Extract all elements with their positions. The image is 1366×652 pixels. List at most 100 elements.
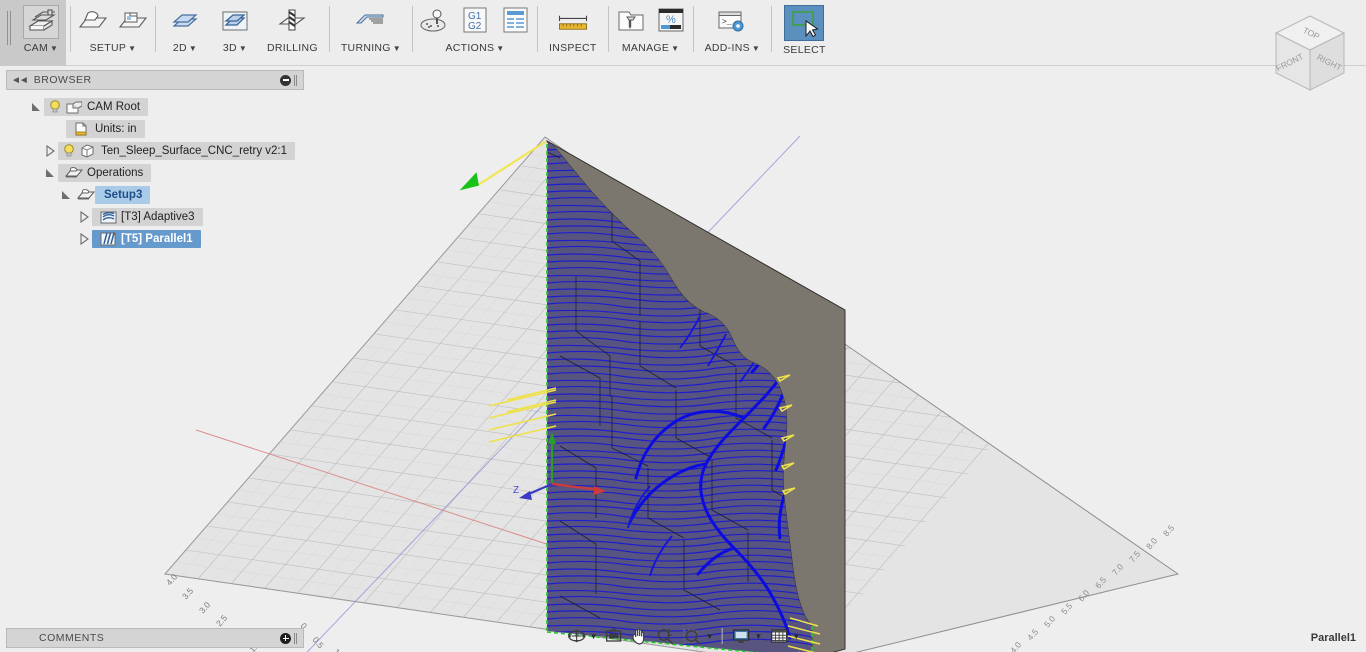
chevron-down-icon[interactable]: ▼ <box>189 44 197 53</box>
component-cube-icon <box>78 143 96 159</box>
chevron-down-icon[interactable]: ▼ <box>706 632 714 641</box>
tree-row-component[interactable]: Ten_Sleep_Surface_CNC_retry v2:1 <box>6 140 304 162</box>
machining-time-percent-icon[interactable]: % <box>653 5 689 39</box>
browser-header: ◄◄ BROWSER <box>6 70 304 90</box>
fit-button[interactable]: ▼ <box>679 624 717 648</box>
toolbar-separator <box>692 6 694 52</box>
panel-resize-grip[interactable] <box>294 74 299 86</box>
tree-item-component[interactable]: Ten_Sleep_Surface_CNC_retry v2:1 <box>58 142 296 160</box>
tree-row-parallel1[interactable]: [T5] Parallel1 <box>6 228 304 250</box>
tree-row-units[interactable]: Units: in <box>6 118 304 140</box>
svg-text:%: % <box>666 14 676 26</box>
toolbar-turning-label: TURNING <box>340 42 391 54</box>
toolbar-group-inspect[interactable]: INSPECT <box>542 0 604 64</box>
select-cursor-icon <box>784 5 825 41</box>
2d-milling-icon <box>167 5 203 39</box>
svg-text:G2: G2 <box>468 21 482 32</box>
toolbar-3d-label: 3D <box>222 42 237 54</box>
toolbar-group-2d[interactable]: 2D ▼ <box>160 0 210 64</box>
chevron-down-icon[interactable]: ▼ <box>496 44 504 53</box>
toolbar-group-turning[interactable]: TURNING ▼ <box>334 0 408 64</box>
svg-text:5.0: 5.0 <box>1042 614 1057 630</box>
units-document-icon <box>72 121 90 137</box>
setup-folder-icon[interactable] <box>115 5 151 39</box>
tree-row-adaptive3[interactable]: [T3] Adaptive3 <box>6 206 304 228</box>
toolbar-grip[interactable] <box>4 8 14 48</box>
setup-new-icon[interactable] <box>75 5 111 39</box>
toolbar-separator <box>70 6 71 52</box>
panel-resize-grip[interactable] <box>294 632 299 644</box>
status-bar-right: Parallel1 <box>1311 628 1356 648</box>
svg-text:4.5: 4.5 <box>1025 627 1040 643</box>
grid-snaps-button[interactable]: ▼ <box>765 624 803 648</box>
chevron-down-icon[interactable]: ▼ <box>50 44 58 53</box>
add-comment-icon[interactable] <box>280 632 291 644</box>
toolbar-separator <box>155 6 156 52</box>
chevron-down-icon[interactable]: ▼ <box>752 44 760 53</box>
tree-label: Ten_Sleep_Surface_CNC_retry v2:1 <box>101 145 288 157</box>
toolbar-group-3d[interactable]: 3D ▼ <box>210 0 260 64</box>
svg-text:5.5: 5.5 <box>1059 601 1074 617</box>
navigation-bar: ▼ ▼ ▼ ▼ <box>563 624 804 648</box>
toolbar-select-button[interactable]: SELECT <box>776 0 833 64</box>
chevron-down-icon[interactable]: ▼ <box>792 632 800 641</box>
expand-arrow-open-icon[interactable] <box>58 184 74 206</box>
expand-arrow-closed-icon[interactable] <box>76 228 92 250</box>
expand-arrow-open-icon[interactable] <box>42 162 58 184</box>
zoom-button[interactable] <box>653 624 679 648</box>
fit-window-icon <box>683 629 701 645</box>
chevron-down-icon[interactable]: ▼ <box>671 44 679 53</box>
tree-row-setup3[interactable]: Setup3 <box>6 184 304 206</box>
tree-item-setup3[interactable]: Setup3 <box>95 186 151 204</box>
tree-label: CAM Root <box>87 101 141 113</box>
visibility-bulb-icon[interactable] <box>62 143 76 159</box>
pan-button[interactable] <box>627 624 653 648</box>
toolbar-group-addins[interactable]: >_ ADD-INS ▼ <box>698 0 768 64</box>
setup-sheet-icon[interactable] <box>497 5 533 39</box>
toolbar-inspect-label: INSPECT <box>549 42 597 54</box>
toolbar-setup-label: SETUP <box>89 42 127 54</box>
comments-panel[interactable]: COMMENTS <box>6 628 304 648</box>
toolbar-group-drilling[interactable]: DRILLING <box>260 0 325 64</box>
tree-row-cam-root[interactable]: CAM Root <box>6 96 304 118</box>
workspace-cam-label: CAM <box>23 42 48 54</box>
display-monitor-icon <box>732 628 750 643</box>
chevron-down-icon[interactable]: ▼ <box>590 632 598 641</box>
chevron-down-icon[interactable]: ▼ <box>755 632 763 641</box>
tree-item-units[interactable]: Units: in <box>66 120 145 138</box>
tree-row-operations[interactable]: Operations <box>6 162 304 184</box>
toolbar-group-setup: SETUP ▼ <box>75 0 151 54</box>
svg-text:>_: >_ <box>722 18 732 27</box>
toolbar-separator <box>607 6 609 52</box>
orbit-button[interactable]: ▼ <box>563 624 601 648</box>
expand-arrow-closed-icon[interactable] <box>42 140 58 162</box>
collapse-left-icon[interactable]: ◄◄ <box>11 75 29 86</box>
toolbar-group-workspace: CAM ▼ <box>0 0 66 66</box>
tree-item-operations[interactable]: Operations <box>58 164 152 182</box>
toolbar-actions-label: ACTIONS <box>445 42 495 54</box>
minimize-icon[interactable] <box>280 74 291 86</box>
expand-arrow-closed-icon[interactable] <box>76 206 92 228</box>
svg-text:3.0: 3.0 <box>197 600 212 616</box>
look-at-button[interactable] <box>601 624 627 648</box>
tree-item-adaptive3[interactable]: [T3] Adaptive3 <box>92 208 203 226</box>
zoom-icon <box>657 628 674 645</box>
post-process-g1g2-icon[interactable]: G1 G2 <box>457 5 493 39</box>
tree-label: Operations <box>87 167 144 179</box>
expand-arrow-open-icon[interactable] <box>28 96 44 118</box>
axis-label-z: Z <box>513 485 519 496</box>
navbar-separator <box>721 628 723 644</box>
chevron-down-icon[interactable]: ▼ <box>239 44 247 53</box>
tool-library-icon[interactable] <box>613 5 649 39</box>
display-settings-button[interactable]: ▼ <box>728 624 766 648</box>
tree-item-cam-root[interactable]: CAM Root <box>44 98 149 116</box>
workspace-cam-button[interactable]: CAM ▼ <box>16 0 66 64</box>
simulate-icon[interactable] <box>417 5 453 39</box>
visibility-bulb-icon[interactable] <box>48 99 62 115</box>
toolbar-2d-label: 2D <box>172 42 187 54</box>
tree-label: Setup3 <box>104 189 143 201</box>
tree-item-parallel1[interactable]: [T5] Parallel1 <box>92 230 201 248</box>
chevron-down-icon[interactable]: ▼ <box>128 44 136 53</box>
chevron-down-icon[interactable]: ▼ <box>393 44 401 53</box>
svg-text:0.5: 0.5 <box>310 635 325 651</box>
